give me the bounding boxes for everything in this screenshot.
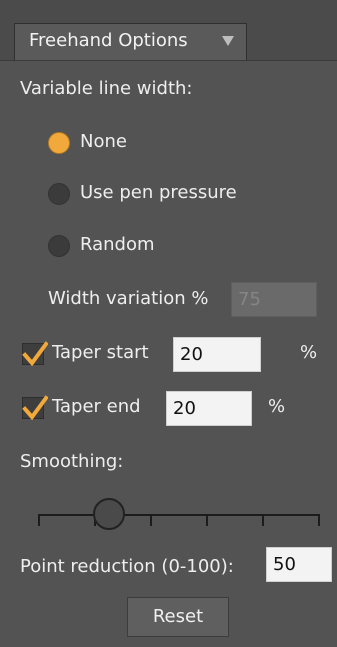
variable-line-width-label: Variable line width: [20,78,193,99]
slider-track [40,514,318,516]
tab-title: Freehand Options [29,30,188,51]
radio-random-label[interactable]: Random [80,234,155,255]
taper-end-unit: % [268,396,286,417]
slider-tick [318,514,320,526]
taper-start-checkbox[interactable] [22,341,48,367]
slider-tick [38,514,40,526]
taper-start-label[interactable]: Taper start [52,342,149,363]
reset-button[interactable]: Reset [127,597,229,637]
point-reduction-label: Point reduction (0-100): [20,556,234,577]
radio-use-pen-pressure[interactable] [48,183,70,205]
freehand-options-tab[interactable]: Freehand Options [14,23,247,60]
slider-tick [150,514,152,526]
taper-end-checkbox[interactable] [22,395,48,421]
checkmark-icon [22,395,48,421]
radio-none[interactable] [48,132,70,154]
checkmark-icon [22,341,48,367]
width-variation-label: Width variation % [48,288,209,309]
taper-end-input[interactable] [166,391,252,426]
slider-tick [206,514,208,526]
slider-tick [262,514,264,526]
radio-none-label[interactable]: None [80,131,127,152]
point-reduction-input[interactable] [266,547,332,582]
panel-tab-bar: Freehand Options [0,0,337,60]
taper-start-input[interactable] [173,337,261,372]
width-variation-input[interactable] [231,282,317,317]
taper-end-label[interactable]: Taper end [52,396,141,417]
radio-random[interactable] [48,235,70,257]
smoothing-label: Smoothing: [20,451,124,472]
radio-use-pen-pressure-label[interactable]: Use pen pressure [80,182,237,203]
taper-start-unit: % [300,342,318,363]
chevron-down-icon[interactable] [222,36,234,46]
smoothing-slider[interactable] [38,496,320,536]
slider-thumb[interactable] [93,498,125,530]
